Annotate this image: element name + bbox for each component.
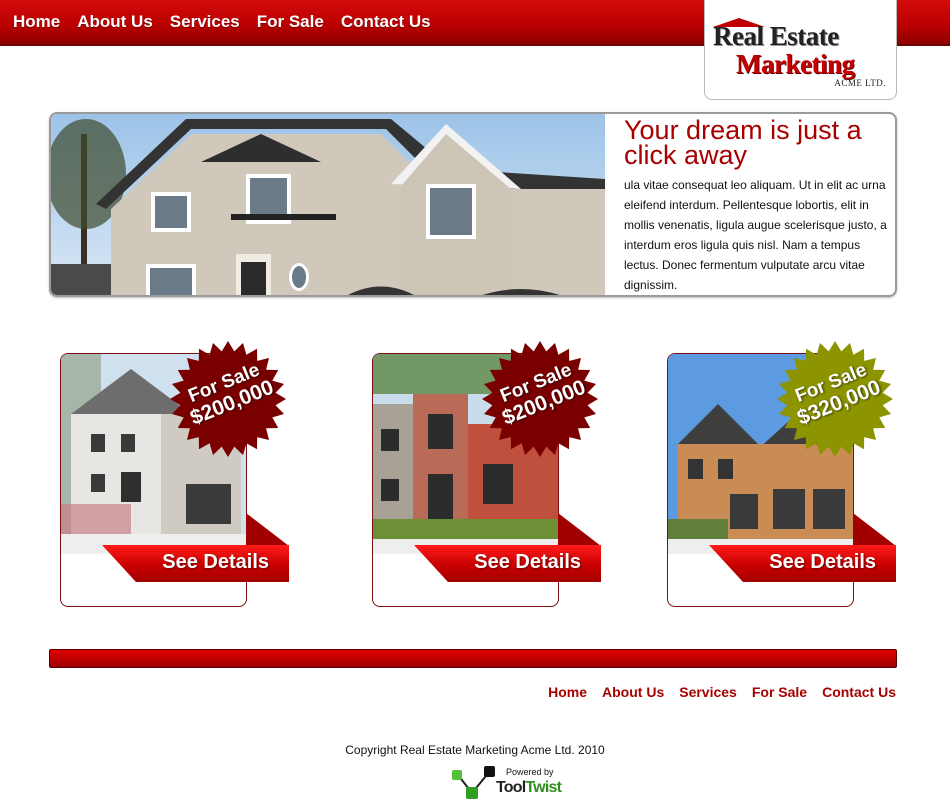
price-badge: For Sale $200,000: [480, 339, 600, 459]
brand-part2: Twist: [525, 779, 562, 796]
tooltwist-logo-icon: [452, 766, 495, 799]
nav-for-sale-link[interactable]: For Sale: [257, 12, 324, 32]
listing-card[interactable]: See Details For Sale $200,000: [372, 341, 612, 608]
footer-home-link[interactable]: Home: [548, 684, 587, 700]
see-details-label: See Details: [162, 551, 269, 573]
nav-contact-link[interactable]: Contact Us: [341, 12, 431, 32]
ribbon-fold: [853, 513, 896, 546]
powered-brand-name: ToolTwist: [496, 779, 562, 797]
powered-by-logo[interactable]: Powered by ToolTwist: [450, 765, 562, 801]
hero-description: ula vitae consequat leo aliquam. Ut in e…: [624, 178, 887, 292]
footer-for-sale-link[interactable]: For Sale: [752, 684, 807, 700]
powered-by-label: Powered by: [506, 767, 554, 777]
listing-card[interactable]: See Details For Sale $320,000: [667, 341, 907, 608]
top-nav: Home About Us Services For Sale Contact …: [13, 12, 431, 32]
hero-house-image: [51, 114, 605, 295]
ribbon-fold: [558, 513, 601, 546]
price-badge: For Sale $320,000: [775, 339, 895, 459]
hero-banner: Your dream is just a click away ula vita…: [49, 112, 897, 297]
brand-part1: Tool: [496, 779, 526, 796]
listing-card[interactable]: See Details For Sale $200,000: [60, 341, 300, 608]
see-details-label: See Details: [769, 551, 876, 573]
copyright-text: Copyright Real Estate Marketing Acme Ltd…: [345, 743, 605, 757]
price-badge: For Sale $200,000: [168, 339, 288, 459]
footer-contact-link[interactable]: Contact Us: [822, 684, 896, 700]
logo-text-line2: Marketing: [736, 49, 855, 79]
footer-divider-bar: [49, 649, 897, 668]
footer-nav: Home About Us Services For Sale Contact …: [548, 684, 896, 700]
logo-text-line1: Real Estate: [713, 21, 839, 51]
footer-services-link[interactable]: Services: [679, 684, 737, 700]
hero-title: Your dream is just a click away: [624, 115, 862, 170]
nav-about-link[interactable]: About Us: [77, 12, 153, 32]
footer-about-link[interactable]: About Us: [602, 684, 664, 700]
site-logo[interactable]: Real Estate Marketing ACME LTD.: [704, 0, 897, 100]
nav-home-link[interactable]: Home: [13, 12, 60, 32]
logo-text-line3: ACME LTD.: [834, 78, 886, 88]
see-details-label: See Details: [474, 551, 581, 573]
nav-services-link[interactable]: Services: [170, 12, 240, 32]
ribbon-fold: [246, 513, 289, 546]
